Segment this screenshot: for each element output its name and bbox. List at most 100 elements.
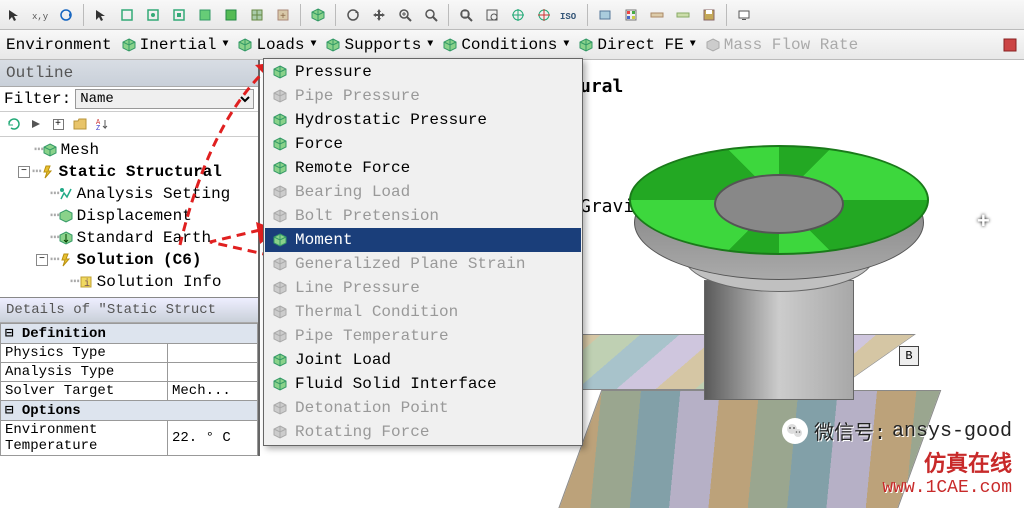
details-value[interactable]: 22. ° C [168, 421, 258, 456]
dropdown-item-joint-load[interactable]: Joint Load [265, 348, 581, 372]
save-icon[interactable] [697, 3, 721, 27]
menu-mass-flow-label: Mass Flow Rate [724, 36, 858, 54]
cube-icon [271, 63, 289, 81]
collapse-icon[interactable]: − [18, 166, 30, 178]
filter-select[interactable]: Name [75, 89, 254, 109]
dropdown-item-thermal-condition: Thermal Condition [265, 300, 581, 324]
dropdown-item-label: Force [295, 135, 343, 153]
grid-select-icon[interactable] [245, 3, 269, 27]
watermark: 微信号: ansys-good 仿真在线 www.1CAE.com [782, 416, 1012, 498]
details-value[interactable] [168, 363, 258, 382]
dropdown-item-line-pressure: Line Pressure [265, 276, 581, 300]
separator [726, 4, 727, 26]
tree-static[interactable]: −⋯Static Structural [0, 161, 258, 183]
menu-direct-fe[interactable]: Direct FE▼ [575, 34, 699, 56]
dropdown-item-hydrostatic-pressure[interactable]: Hydrostatic Pressure [265, 108, 581, 132]
cube-icon [271, 351, 289, 369]
svg-text:Z: Z [96, 125, 100, 131]
tree-solution-label: Solution (C6) [77, 249, 202, 271]
crosshair-red-icon[interactable] [532, 3, 556, 27]
dropdown-item-label: Moment [295, 231, 353, 249]
dropdown-item-label: Joint Load [295, 351, 391, 369]
magnify-icon[interactable] [480, 3, 504, 27]
dropdown-item-force[interactable]: Force [265, 132, 581, 156]
cube-icon [271, 255, 289, 273]
screen-icon[interactable] [732, 3, 756, 27]
cube-icon [271, 399, 289, 417]
displacement-icon [58, 208, 74, 224]
tree-solution-info-label: Solution Info [97, 271, 222, 293]
tree-solution-info[interactable]: ⋯iSolution Info [0, 271, 258, 293]
refresh-icon[interactable] [5, 115, 23, 133]
filter-row: Filter: Name [0, 87, 258, 112]
menu-environment[interactable]: Environment [2, 34, 116, 56]
ruler-2-icon[interactable] [671, 3, 695, 27]
details-key: Solver Target [1, 382, 168, 401]
menu-inertial[interactable]: Inertial▼ [118, 34, 233, 56]
tree-analysis[interactable]: ⋯Analysis Setting [0, 183, 258, 205]
separator [448, 4, 449, 26]
menu-conditions[interactable]: Conditions▼ [439, 34, 573, 56]
dropdown-item-pressure[interactable]: Pressure [265, 60, 581, 84]
dropdown-arrow-icon: ▼ [310, 39, 316, 50]
dropdown-item-detonation-point: Detonation Point [265, 396, 581, 420]
pan-icon[interactable] [367, 3, 391, 27]
box-select-2-icon[interactable] [141, 3, 165, 27]
box-select-1-icon[interactable] [115, 3, 139, 27]
rotate-icon[interactable] [54, 3, 78, 27]
info-icon: i [78, 274, 94, 290]
menu-supports[interactable]: Supports▼ [322, 34, 437, 56]
dropdown-item-label: Pressure [295, 63, 372, 81]
palette-icon[interactable] [619, 3, 643, 27]
crosshair-icon[interactable] [506, 3, 530, 27]
dropdown-item-pipe-pressure: Pipe Pressure [265, 84, 581, 108]
dropdown-item-fluid-solid-interface[interactable]: Fluid Solid Interface [265, 372, 581, 396]
cube-icon [326, 38, 340, 52]
cursor-icon[interactable] [2, 3, 26, 27]
grid-plus-icon[interactable]: + [271, 3, 295, 27]
box-fill-2-icon[interactable] [219, 3, 243, 27]
dropdown-item-label: Line Pressure [295, 279, 420, 297]
pick-cursor-icon[interactable] [89, 3, 113, 27]
box-select-3-icon[interactable] [167, 3, 191, 27]
label-icon[interactable]: x,y,z [28, 3, 52, 27]
cube-icon [271, 279, 289, 297]
svg-text:ISO: ISO [560, 12, 577, 21]
iso-icon[interactable]: ISO [558, 3, 582, 27]
tree-static-label: Static Structural [59, 161, 222, 183]
wechat-icon [782, 418, 808, 444]
dropdown-item-label: Hydrostatic Pressure [295, 111, 487, 129]
zoom-icon[interactable] [419, 3, 443, 27]
expand-icon[interactable]: + [49, 115, 67, 133]
cube-icon [271, 135, 289, 153]
dropdown-item-remote-force[interactable]: Remote Force [265, 156, 581, 180]
folder-icon[interactable] [71, 115, 89, 133]
tree-solution[interactable]: −⋯Solution (C6) [0, 249, 258, 271]
box-fill-1-icon[interactable] [193, 3, 217, 27]
collapse-icon[interactable]: − [36, 254, 48, 266]
zoom-fit-icon[interactable] [454, 3, 478, 27]
tree-toolbar: + AZ [0, 112, 258, 137]
tree-gravity[interactable]: ⋯Standard Earth [0, 227, 258, 249]
details-table: ⊟ Definition Physics Type Analysis Type … [0, 323, 258, 456]
details-value[interactable]: Mech... [168, 382, 258, 401]
zoom-in-icon[interactable] [393, 3, 417, 27]
menu-loads[interactable]: Loads▼ [234, 34, 320, 56]
menu-extra[interactable] [998, 35, 1022, 55]
cube-expand-icon[interactable] [306, 3, 330, 27]
tree-displacement[interactable]: ⋯Displacement [0, 205, 258, 227]
details-value[interactable] [168, 344, 258, 363]
tree-mesh[interactable]: ⋯Mesh [0, 139, 258, 161]
ruler-1-icon[interactable] [645, 3, 669, 27]
rotate-view-icon[interactable] [341, 3, 365, 27]
separator [300, 4, 301, 26]
tree-displacement-label: Displacement [77, 205, 192, 227]
sort-icon[interactable]: AZ [93, 115, 111, 133]
cube-icon [271, 423, 289, 441]
cube-icon [271, 87, 289, 105]
dropdown-item-moment[interactable]: Moment [265, 228, 581, 252]
dropdown-arrow-icon: ▼ [427, 39, 433, 50]
view-icon[interactable] [593, 3, 617, 27]
dropdown-item-bearing-load: Bearing Load [265, 180, 581, 204]
play-icon[interactable] [27, 115, 45, 133]
